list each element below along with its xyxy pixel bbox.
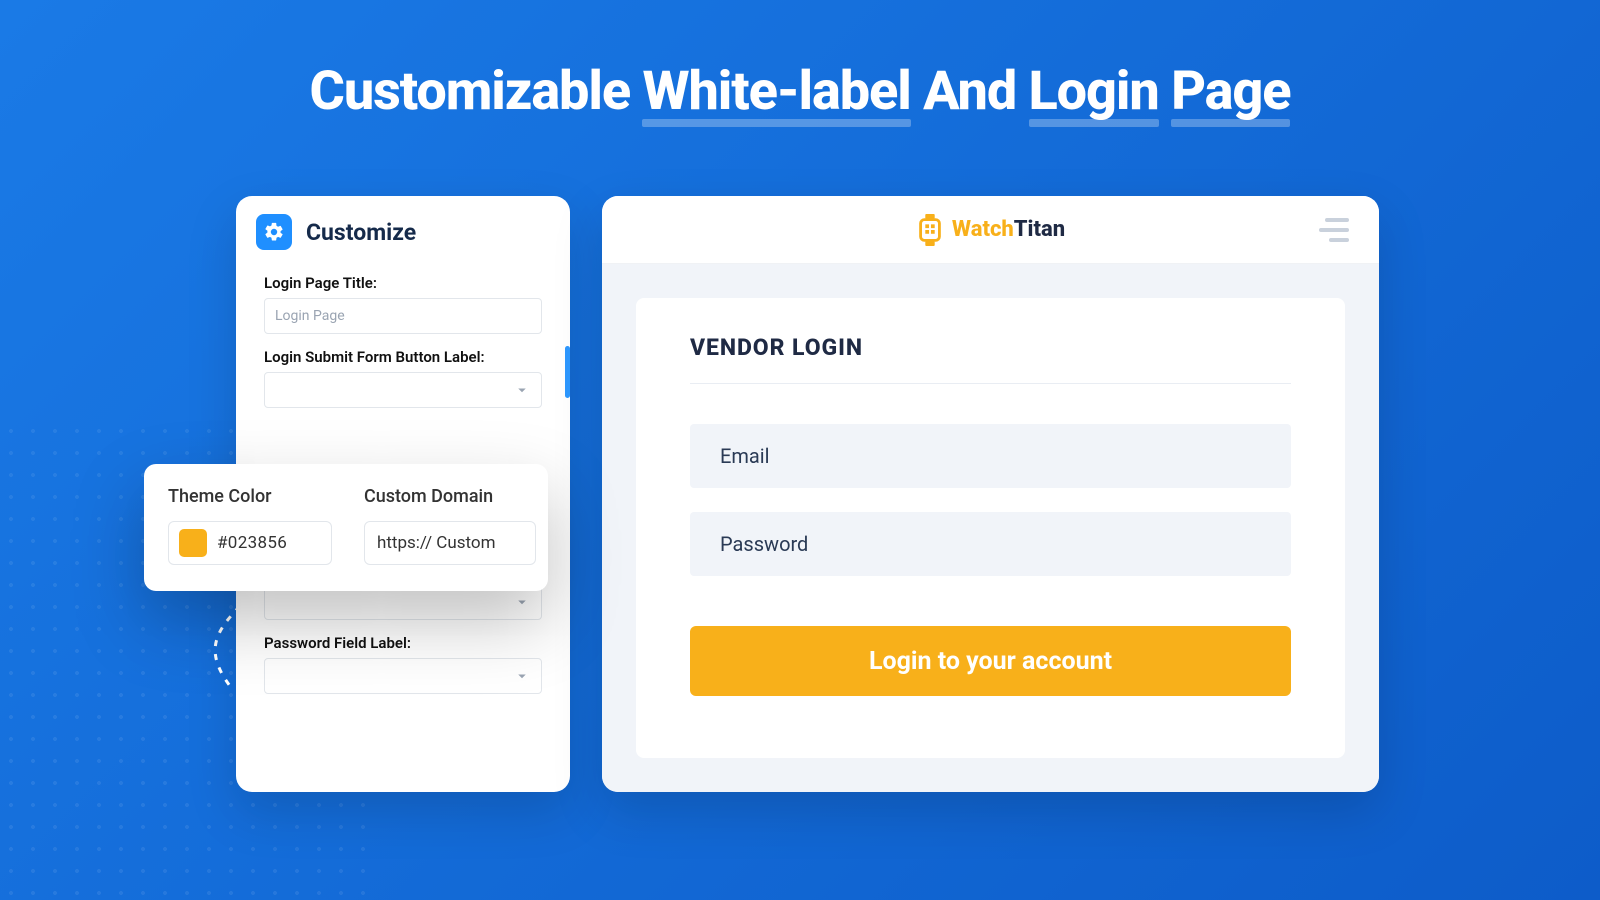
submit-button-label-select[interactable]	[264, 372, 542, 408]
custom-domain-input[interactable]: https:// Custom	[364, 521, 536, 565]
theme-color-label: Theme Color	[168, 486, 332, 507]
theme-color-value: #023856	[217, 533, 287, 553]
login-page-title-label: Login Page Title:	[264, 274, 542, 292]
chevron-down-icon	[513, 381, 531, 399]
chevron-down-icon	[513, 667, 531, 685]
headline-word: And	[923, 60, 1016, 123]
login-button-label: Login to your account	[869, 647, 1112, 676]
email-field-label: Email	[720, 444, 770, 468]
brand-name-part2: Titan	[1014, 217, 1065, 242]
submit-button-label-label: Login Submit Form Button Label:	[264, 348, 542, 366]
hamburger-icon[interactable]	[1319, 218, 1349, 242]
chevron-down-icon	[513, 593, 531, 611]
custom-domain-value: https:// Custom	[377, 533, 496, 553]
login-button[interactable]: Login to your account	[690, 626, 1291, 696]
login-card: VENDOR LOGIN Email Password Login to you…	[636, 298, 1345, 758]
custom-domain-label: Custom Domain	[364, 486, 536, 507]
headline-word-underlined: White-label	[642, 60, 910, 123]
theme-color-input[interactable]: #023856	[168, 521, 332, 565]
login-title: VENDOR LOGIN	[690, 334, 1291, 384]
customize-title: Customize	[306, 219, 416, 246]
gear-icon	[256, 214, 292, 250]
login-page-title-input[interactable]: Login Page	[264, 298, 542, 334]
watch-icon	[916, 214, 944, 246]
page-headline: Customizable White-label And Login Page	[0, 60, 1600, 123]
headline-word-underlined: Page	[1171, 60, 1290, 123]
brand-name-part1: Watch	[952, 217, 1014, 242]
password-field[interactable]: Password	[690, 512, 1291, 576]
password-field-label-select[interactable]	[264, 658, 542, 694]
headline-word-underlined: Login	[1029, 60, 1159, 123]
login-preview-card: WatchTitan VENDOR LOGIN Email Password L…	[602, 196, 1379, 792]
brand-logo: WatchTitan	[916, 214, 1065, 246]
color-swatch-icon	[179, 529, 207, 557]
scrollbar-thumb[interactable]	[565, 346, 570, 398]
password-field-label: Password	[720, 532, 808, 556]
input-value: Login Page	[275, 308, 345, 324]
password-field-label-label: Password Field Label:	[264, 634, 542, 652]
theme-overlay: Theme Color #023856 Custom Domain https:…	[144, 464, 548, 591]
email-field[interactable]: Email	[690, 424, 1291, 488]
headline-word: Customizable	[310, 60, 631, 123]
preview-topbar: WatchTitan	[602, 196, 1379, 264]
